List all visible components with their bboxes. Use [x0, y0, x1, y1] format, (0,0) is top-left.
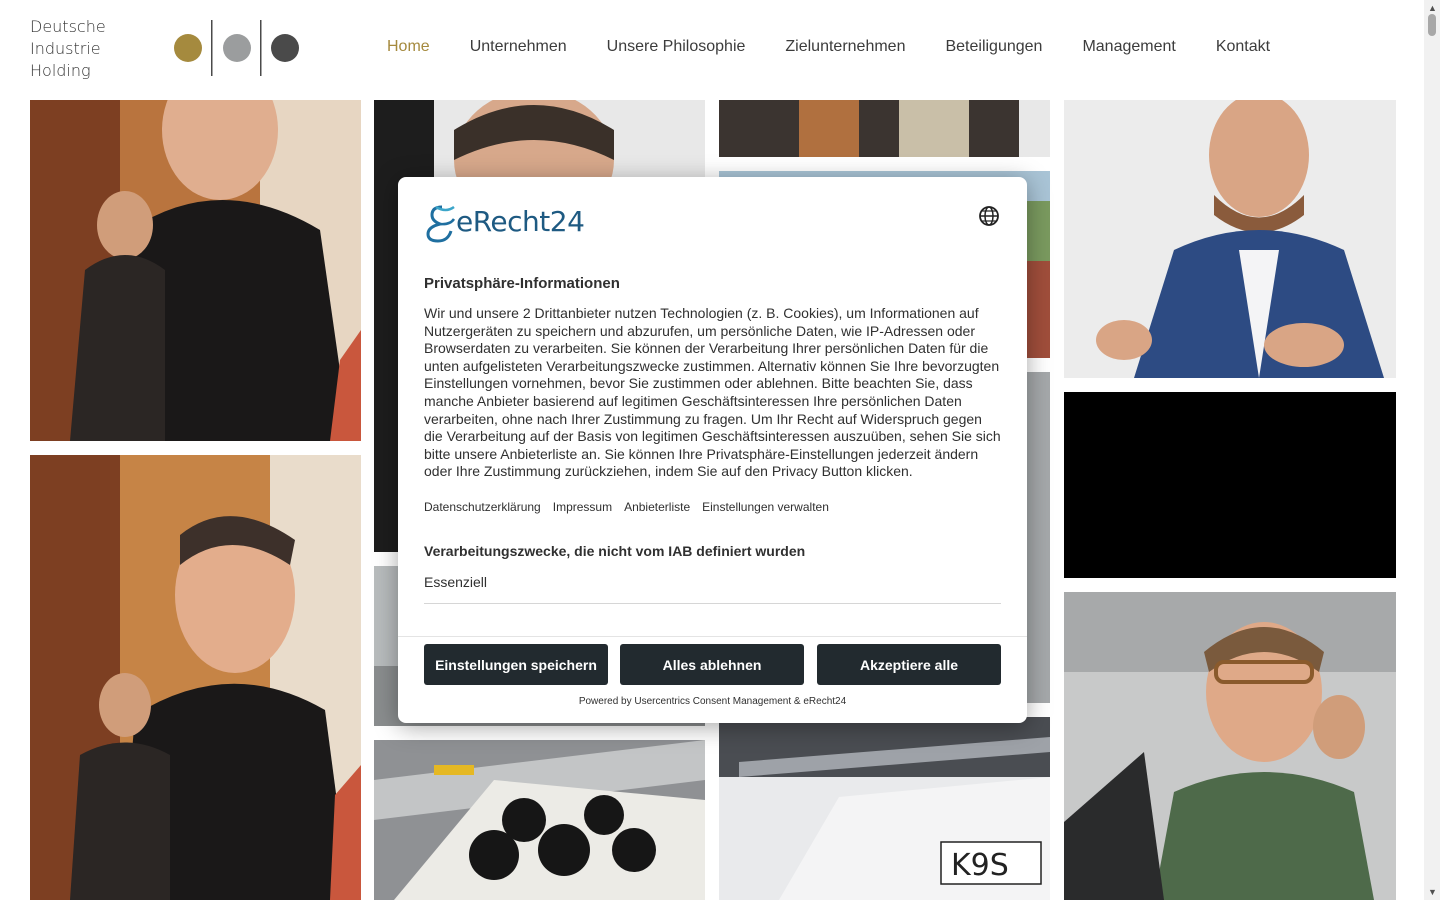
nav-zielunternehmen[interactable]: Zielunternehmen [785, 38, 905, 56]
photo-man-green-sweater[interactable] [1064, 592, 1396, 900]
consent-title: Privatsphäre-Informationen [424, 275, 620, 292]
scroll-down-icon[interactable]: ▼ [1428, 887, 1437, 897]
reject-all-button[interactable]: Alles ablehnen [620, 644, 804, 685]
link-einstellungen-verwalten[interactable]: Einstellungen verwalten [702, 500, 829, 514]
link-impressum[interactable]: Impressum [553, 500, 612, 514]
purposes-heading: Verarbeitungszwecke, die nicht vom IAB d… [424, 543, 806, 559]
purpose-divider [424, 603, 1001, 604]
save-settings-button[interactable]: Einstellungen speichern [424, 644, 608, 685]
scroll-thumb[interactable] [1428, 14, 1436, 36]
link-anbieterliste[interactable]: Anbieterliste [624, 500, 690, 514]
purpose-essential[interactable]: Essenziell [424, 574, 487, 590]
photo-laughing-man-turtleneck-2[interactable] [30, 455, 361, 900]
erecht24-logo-text: eRecht24 [456, 205, 585, 238]
erecht24-logo-icon [426, 205, 456, 243]
logo-dots-icon[interactable] [174, 18, 304, 78]
page-scrollbar[interactable]: ▲ ▼ [1424, 0, 1440, 900]
nav-beteiligungen[interactable]: Beteiligungen [945, 38, 1042, 56]
accept-all-button[interactable]: Akzeptiere alle [817, 644, 1001, 685]
scroll-up-icon[interactable]: ▲ [1428, 3, 1437, 13]
consent-dialog: eRecht24 Privatsphäre-Informationen Wir … [398, 177, 1027, 723]
nav-home[interactable]: Home [387, 38, 430, 56]
link-datenschutz[interactable]: Datenschutzerklärung [424, 500, 541, 514]
powered-by-text: Powered by Usercentrics Consent Manageme… [578, 696, 847, 707]
globe-icon[interactable] [978, 205, 1000, 227]
main-nav: Home Unternehmen Unsere Philosophie Ziel… [387, 38, 1310, 56]
nav-unternehmen[interactable]: Unternehmen [470, 38, 567, 56]
logo-line-2: Industrie [30, 39, 101, 58]
consent-body-text: Wir und unsere 2 Drittanbieter nutzen Te… [424, 305, 1001, 480]
photo-black-video[interactable] [1064, 392, 1396, 578]
nav-philosophie[interactable]: Unsere Philosophie [607, 38, 746, 56]
photo-truss-k9s-sign[interactable]: K9S [719, 717, 1050, 900]
photo-group-suits[interactable] [719, 100, 1050, 157]
photo-laughing-man-turtleneck[interactable] [30, 100, 361, 441]
company-logo[interactable]: Deutsche Industrie Holding [30, 16, 106, 82]
photo-machine-rollers[interactable] [374, 740, 705, 900]
erecht24-logo: eRecht24 [424, 203, 594, 243]
footer-divider [398, 636, 1027, 637]
photo-man-blue-suit[interactable] [1064, 100, 1396, 378]
nav-management[interactable]: Management [1082, 38, 1175, 56]
nav-kontakt[interactable]: Kontakt [1216, 38, 1270, 56]
logo-line-1: Deutsche [30, 17, 106, 36]
site-header: Deutsche Industrie Holding Home Unterneh… [0, 0, 1424, 100]
logo-line-3: Holding [30, 61, 91, 80]
consent-links: Datenschutzerklärung Impressum Anbieterl… [424, 500, 841, 514]
k9s-sign-text: K9S [951, 848, 1009, 883]
